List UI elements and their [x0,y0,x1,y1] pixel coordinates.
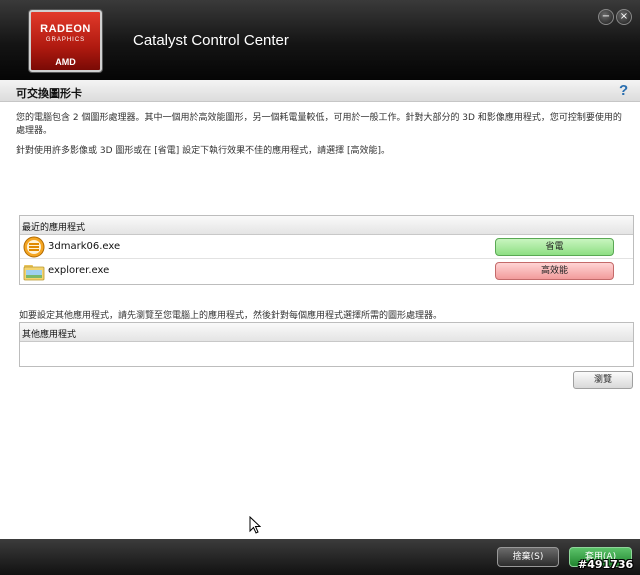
description-text: 您的電腦包含 2 個圖形處理器。其中一個用於高效能圖形，另一個耗電量較低，可用於… [16,113,622,136]
description-hint: 針對使用許多影像或 3D 圖形或在 [省電] 設定下執行效果不佳的應用程式，請選… [16,146,391,156]
other-apps-description: 如要設定其他應用程式，請先瀏覽至您電腦上的應用程式，然後針對每個應用程式選擇所需… [19,311,443,321]
3dmark-icon [23,236,45,258]
folder-icon [23,265,45,281]
list-item[interactable]: 3dmark06.exe 省電 [20,235,633,259]
page-title: 可交換圖形卡 [16,87,82,100]
section-bar: 可交換圖形卡 ? [0,80,640,102]
gpu-mode-select[interactable]: 高效能 [495,262,614,280]
app-name: explorer.exe [48,265,110,276]
minimize-icon: − [601,11,611,22]
app-header: RADEON GRAPHICS AMD Catalyst Control Cen… [0,0,640,80]
browse-button[interactable]: 瀏覽 [573,371,633,389]
app-title: Catalyst Control Center [133,32,289,49]
watermark: #491736 [578,558,634,571]
gpu-mode-select[interactable]: 省電 [495,238,614,256]
app-name: 3dmark06.exe [48,241,121,252]
list-item[interactable]: explorer.exe 高效能 [20,259,633,283]
other-apps-list: 其他應用程式 [19,322,634,367]
mouse-cursor-icon [249,516,261,534]
logo-graphics-text: GRAPHICS [45,37,86,43]
radeon-logo: RADEON GRAPHICS AMD [29,10,102,72]
help-icon[interactable]: ? [619,82,628,99]
logo-radeon-text: RADEON [40,23,91,35]
other-apps-header: 其他應用程式 [20,323,633,342]
discard-button[interactable]: 捨棄(S) [497,547,559,567]
logo-amd-text: AMD [55,57,76,67]
close-icon: × [619,11,629,22]
minimize-button[interactable]: − [598,9,614,25]
close-button[interactable]: × [616,9,632,25]
footer-bar: 捨棄(S) 套用(A) [0,539,640,575]
recent-apps-header: 最近的應用程式 [20,216,633,235]
recent-apps-list: 最近的應用程式 3dmark06.exe 省電 explorer.exe 高效能 [19,215,634,285]
